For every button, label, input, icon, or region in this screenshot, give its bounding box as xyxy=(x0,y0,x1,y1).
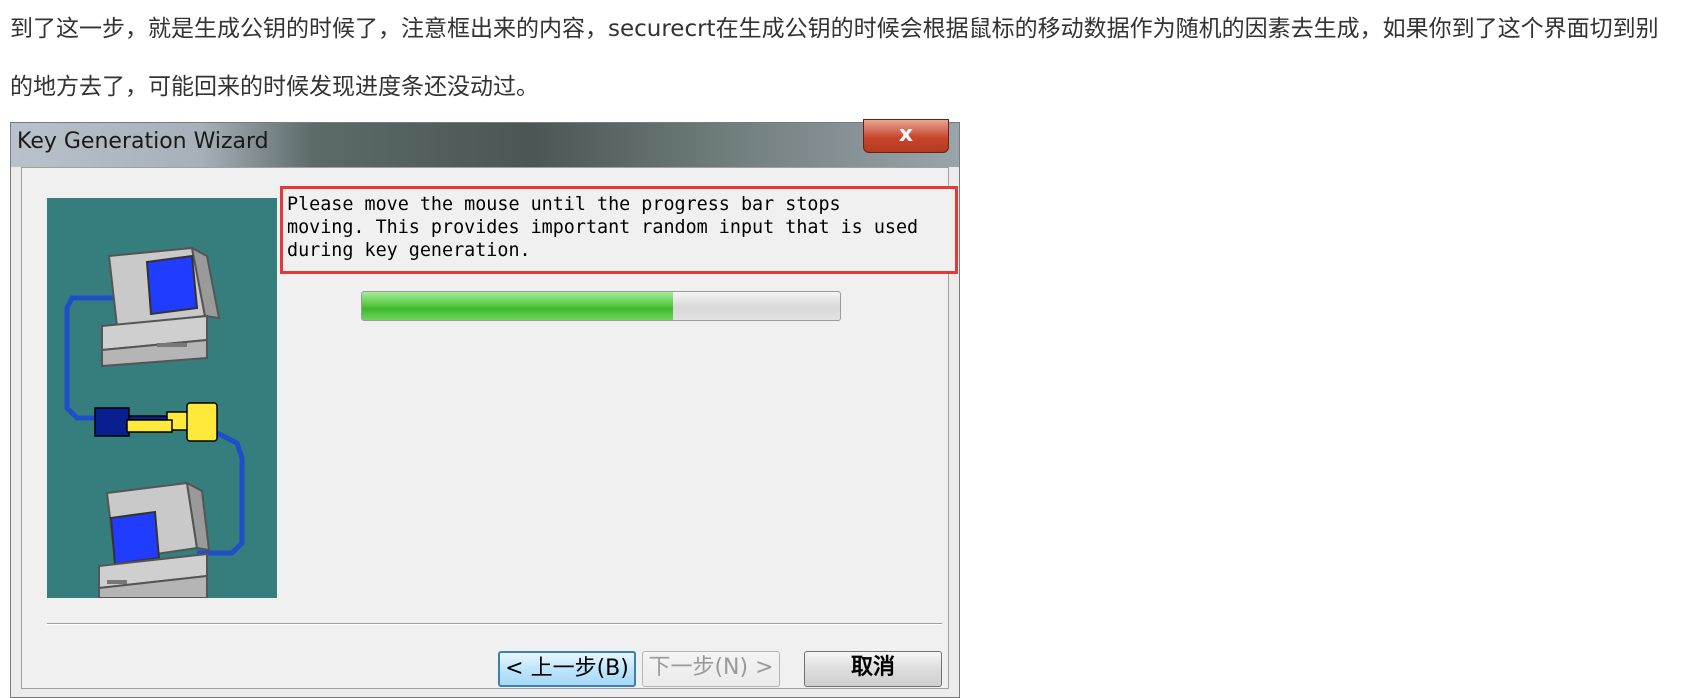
key-icon xyxy=(94,402,218,442)
dialog-separator xyxy=(47,623,942,625)
wizard-illustration xyxy=(47,198,277,599)
article-paragraph: 到了这一步，就是生成公钥的时候了，注意框出来的内容，securecrt在生成公钥… xyxy=(10,16,1659,100)
computer-icon xyxy=(98,481,211,599)
cancel-button[interactable]: 取消 xyxy=(804,651,942,687)
dialog-client-area: Please move the mouse until the progress… xyxy=(21,167,958,689)
key-generation-wizard-dialog: Key Generation Wizard x Please move the … xyxy=(10,119,960,698)
wizard-illustration-graphic xyxy=(64,246,245,599)
progress-bar-fill xyxy=(362,292,673,320)
instruction-message: Please move the mouse until the progress… xyxy=(280,186,958,274)
dialog-title: Key Generation Wizard xyxy=(17,129,269,154)
key-generation-progress-bar xyxy=(361,291,841,321)
close-button[interactable]: x xyxy=(863,119,949,153)
computer-icon xyxy=(101,246,221,368)
close-icon: x xyxy=(898,122,914,147)
back-button[interactable]: < 上一步(B) xyxy=(498,651,636,687)
dialog-titlebar[interactable]: Key Generation Wizard x xyxy=(11,119,959,167)
next-button[interactable]: 下一步(N) > xyxy=(642,651,780,687)
